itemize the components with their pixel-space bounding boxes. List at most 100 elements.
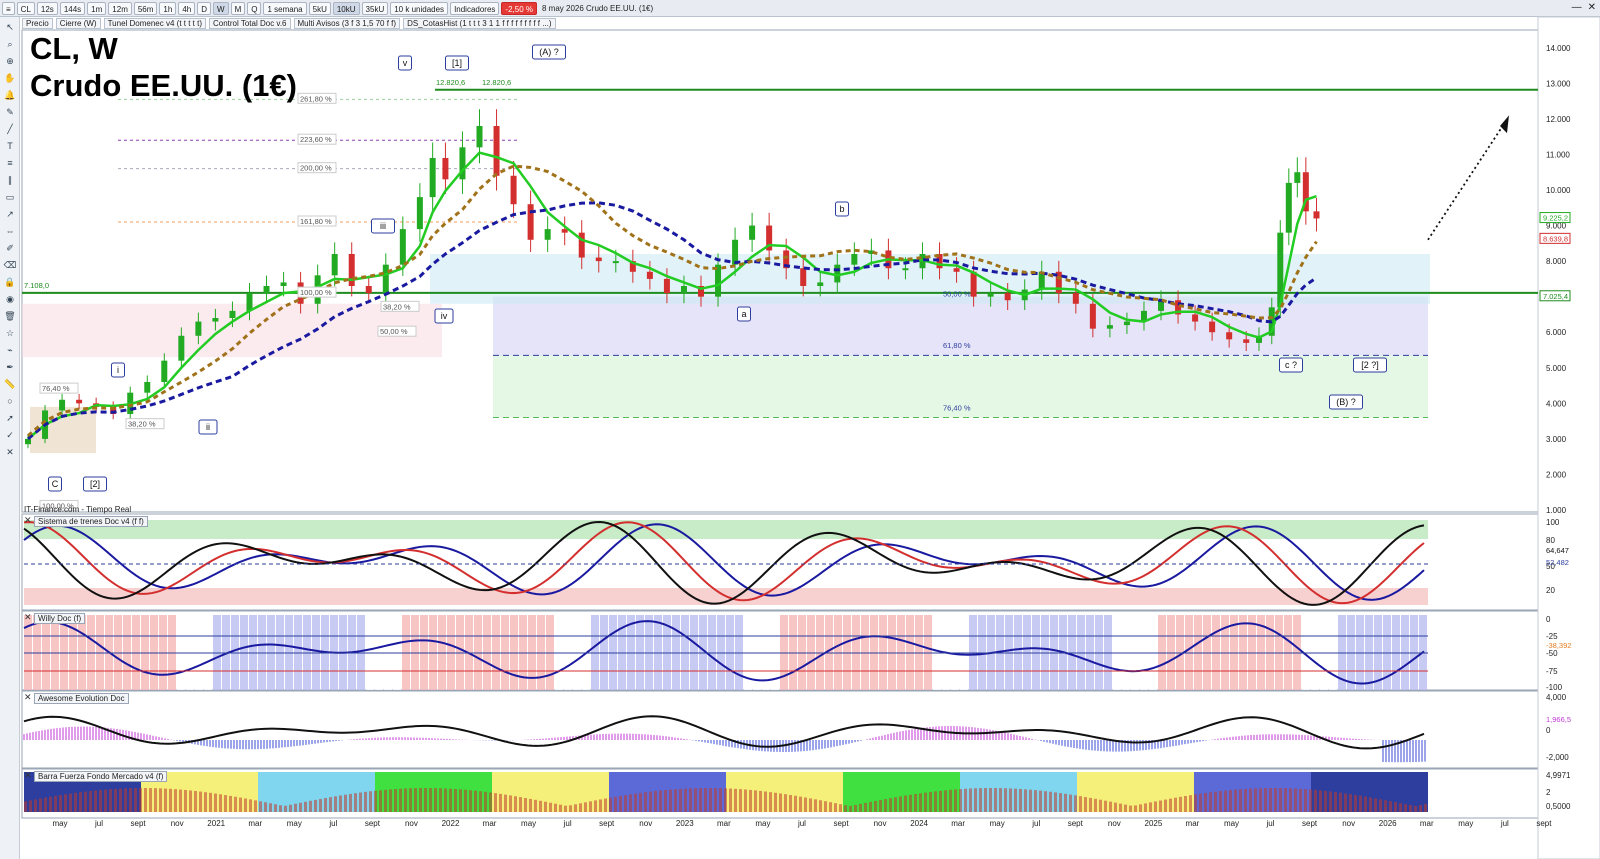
close-panel-icon[interactable]: ✕ [24,612,32,623]
ruler-icon[interactable]: 📏 [3,377,17,391]
close-icon[interactable]: ✕ [1588,2,1596,13]
units-select[interactable]: 10 k unidades [390,1,449,15]
wave-label: b [839,204,844,214]
panel-title-barra[interactable]: Barra Fuerza Fondo Mercado v4 (f) [34,771,168,782]
market-strength-hist [344,794,347,812]
circle-icon[interactable]: ○ [3,394,17,408]
timeframe-12s[interactable]: 12s [36,1,58,15]
x-tick-label: may [755,819,770,828]
line-icon[interactable]: ╱ [3,122,17,136]
indicator-tag[interactable]: Multi Avisos (3 f 3 1,5 70 f f) [293,17,401,29]
minimize-icon[interactable]: — [1572,2,1582,13]
indicator-tag[interactable]: Control Total Doc v.6 [208,17,291,29]
lock-icon[interactable]: 🔒 [3,275,17,289]
wave-label-box [532,44,566,60]
candle-body [663,278,670,294]
market-strength-hist [514,796,517,812]
willy-band [1050,615,1058,690]
hand-icon[interactable]: ✋ [3,71,17,85]
market-strength-hist [1004,788,1007,812]
menu-icon[interactable]: ≡ [2,1,15,15]
magnet-icon[interactable]: ⌁ [3,343,17,357]
timeframe-1h[interactable]: 1h [159,1,177,15]
market-strength-hist [654,791,657,812]
main-chart[interactable]: 1.000 2.000 3.000 4.000 5.000 6.000 7.000 8.000… [0,0,1600,859]
willy-band [1005,615,1013,690]
willy-band [888,615,896,690]
market-strength-hist [694,788,697,812]
indicator-tag[interactable]: Precio [22,17,53,29]
check-icon[interactable]: ✓ [3,428,17,442]
close-panel-icon[interactable]: ✕ [24,515,32,526]
rect-icon[interactable]: ▭ [3,190,17,204]
timeframe-12m[interactable]: 12m [108,1,132,15]
candle-body [93,403,100,407]
x-tick-label: mar [951,819,965,828]
timeframe-W[interactable]: W [213,1,229,15]
arrow-icon[interactable]: ➚ [3,411,17,425]
volume-35kU[interactable]: 35kU [361,1,389,15]
fibo-zone-left [30,406,96,454]
candle-body [612,261,619,264]
market-strength-hist [1369,797,1372,812]
volume-5kU[interactable]: 5kU [308,1,331,15]
candle-body [195,321,202,336]
panel-title-willy[interactable]: Willy Doc (f) [34,613,86,624]
pencil-icon[interactable]: ✎ [3,105,17,119]
star-icon[interactable]: ☆ [3,326,17,340]
period-select[interactable]: 1 semana [263,1,307,15]
indicators-button[interactable]: Indicadores [450,1,500,15]
timeframe-1m[interactable]: 1m [87,1,107,15]
fibo-label: 100,00 % [300,288,332,297]
text-icon[interactable]: T [3,139,17,153]
symbol-select[interactable]: CL [16,1,35,15]
fibo-icon[interactable]: ≡ [3,156,17,170]
timeframe-Q[interactable]: Q [247,1,262,15]
candle-body [1072,293,1079,304]
willy-band [816,615,824,690]
close-panel-icon[interactable]: ✕ [24,692,32,703]
panel-title-trenes[interactable]: Sistema de trenes Doc v4 (f f) [34,516,148,527]
candle-body [1158,300,1165,311]
panel-title-awesome[interactable]: Awesome Evolution Doc [34,693,129,704]
timeframe-144s[interactable]: 144s [59,1,86,15]
wave-label: c ? [1285,360,1297,370]
candle-body [1004,293,1011,301]
willy-band [24,615,32,690]
cross-icon[interactable]: ✕ [3,445,17,459]
willy-band [60,615,68,690]
cursor-icon[interactable]: ↖ [3,20,17,34]
volume-10kU[interactable]: 10kU [332,1,360,15]
zoom-icon[interactable]: ⊕ [3,54,17,68]
indicator-tag[interactable]: Tunel Domenec v4 (t t t t t) [103,17,206,29]
indicator-tag[interactable]: Cierre (W) [55,17,101,29]
timeframe-4h[interactable]: 4h [178,1,196,15]
willy-band [1023,615,1031,690]
timeframe-D[interactable]: D [197,1,212,15]
indicator-tag[interactable]: DS_CotasHist (1 t t t 3 1 1 f f f f f f … [403,17,556,29]
eye-icon[interactable]: ◉ [3,292,17,306]
market-strength-hist [639,792,642,812]
x-tick-label: 2026 [1379,819,1397,828]
willy-band [357,615,365,690]
market-strength-hist [1329,791,1332,812]
x-tick-label: jul [797,819,806,828]
timeframe-M[interactable]: M [230,1,246,15]
awesome-line [23,715,1425,750]
trash-icon[interactable]: 🗑 [3,309,17,323]
measure-icon[interactable]: ⇔ [3,224,17,238]
bell-icon[interactable]: 🔔 [3,88,17,102]
market-strength-hist [604,798,607,812]
pen-icon[interactable]: ✒ [3,360,17,374]
close-panel-icon[interactable]: ✕ [24,770,32,781]
willy-band [789,615,797,690]
channel-icon[interactable]: ∥ [3,173,17,187]
timeframe-56m[interactable]: 56m [133,1,158,15]
candle-body [42,410,49,439]
brush-icon[interactable]: ✐ [3,241,17,255]
market-strength-hist [1034,790,1037,812]
trend-icon[interactable]: ↗ [3,207,17,221]
market-strength-hist [769,792,772,812]
eraser-icon[interactable]: ⌫ [3,258,17,272]
zoom-icon[interactable]: ⌕ [3,37,17,51]
